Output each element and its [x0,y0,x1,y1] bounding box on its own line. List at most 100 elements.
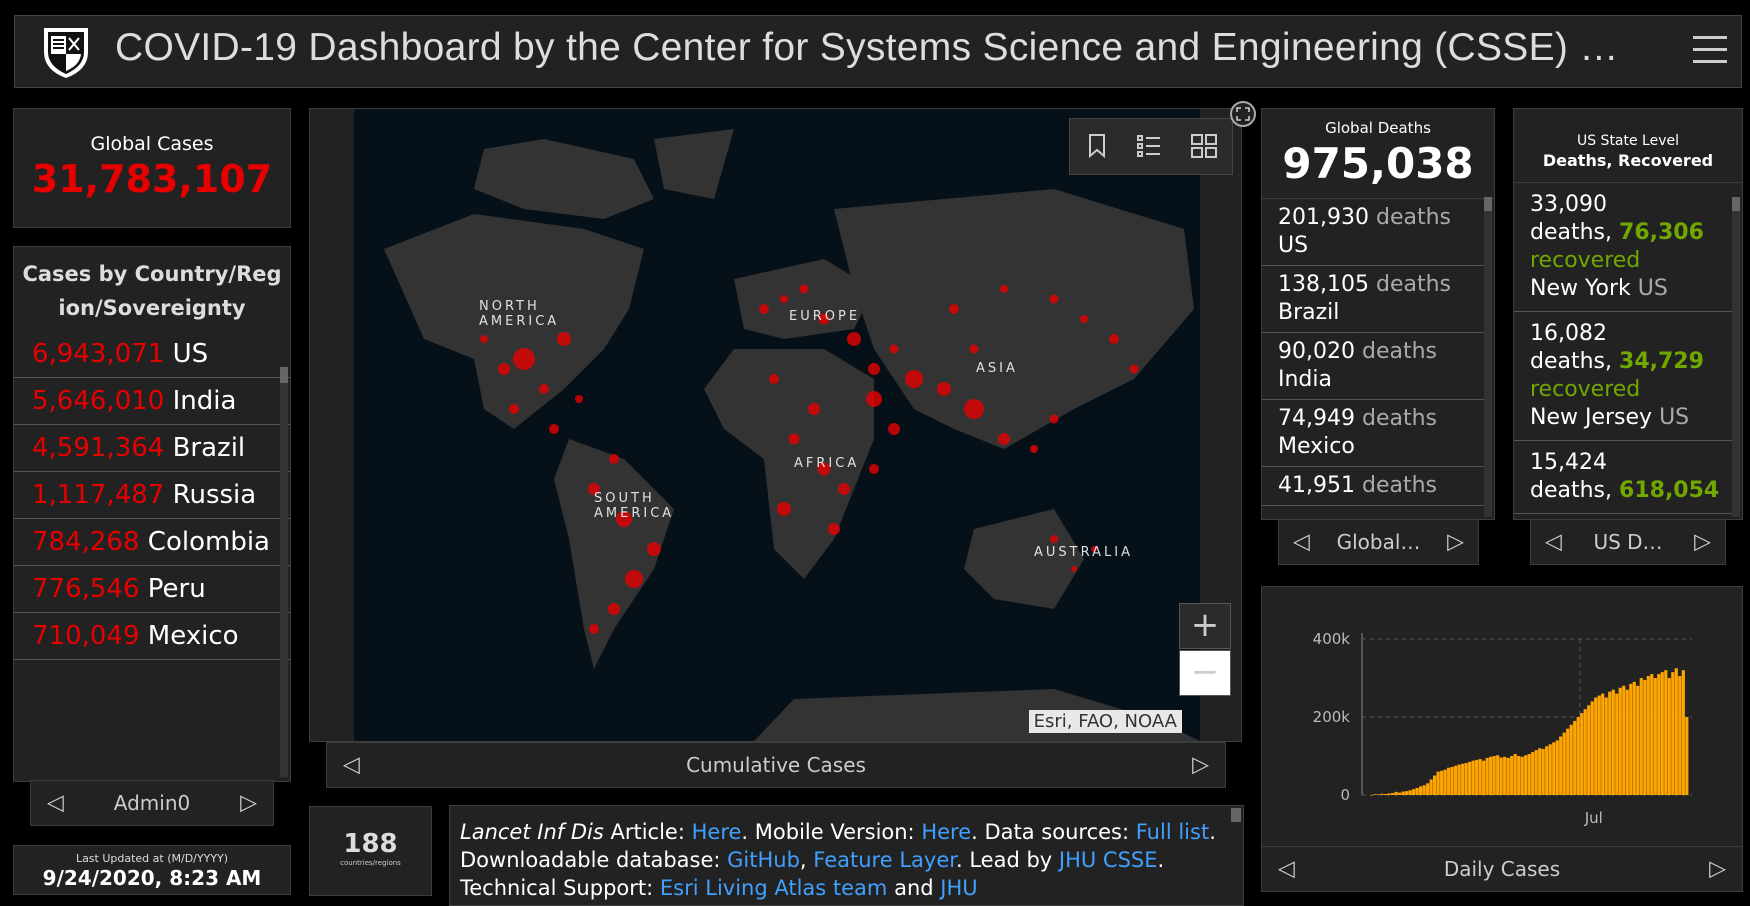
case-bubble[interactable] [575,395,583,403]
jhu-csse-link[interactable]: JHU CSSE [1059,848,1158,872]
list-scrollbar[interactable] [280,367,288,777]
bar[interactable] [1405,791,1409,795]
bar[interactable] [1583,709,1587,795]
case-bubble[interactable] [647,542,661,556]
us-state-list[interactable]: 33,090 deaths, 76,306 recovered New York US… [1514,183,1734,514]
next-arrow-icon[interactable]: ▷ [1709,857,1726,882]
bar[interactable] [1377,794,1381,795]
bar[interactable] [1464,763,1468,795]
case-bubble[interactable] [838,483,850,495]
bar[interactable] [1653,678,1657,795]
case-bubble[interactable] [589,624,599,634]
case-bubble[interactable] [937,382,951,396]
bar[interactable] [1454,765,1458,795]
bar[interactable] [1496,755,1500,795]
bar[interactable] [1667,678,1671,795]
case-bubble[interactable] [1030,445,1038,453]
bar[interactable] [1534,750,1538,795]
case-bubble[interactable] [828,523,840,535]
bar[interactable] [1569,724,1573,795]
full-list-link[interactable]: Full list [1136,820,1209,844]
case-bubble[interactable] [1071,566,1077,572]
fullscreen-icon[interactable] [1229,100,1257,128]
bar[interactable] [1531,752,1535,795]
bar[interactable] [1387,793,1391,795]
zoom-in-button[interactable]: + [1179,603,1231,649]
case-bubble[interactable] [969,344,979,354]
case-bubble[interactable] [869,464,879,474]
bar[interactable] [1499,757,1503,795]
list-item[interactable]: 41,951 deaths [1262,467,1486,506]
bar[interactable] [1478,759,1482,795]
list-item[interactable]: 4,591,364 Brazil [14,425,290,472]
bar[interactable] [1639,678,1643,795]
next-arrow-icon[interactable]: ▷ [240,791,257,816]
bar[interactable] [1685,717,1689,795]
bar[interactable] [1678,676,1682,795]
info-scrollbar[interactable] [1231,808,1241,822]
case-bubble[interactable] [808,403,820,415]
bar[interactable] [1601,693,1605,795]
deaths-scrollbar[interactable] [1484,197,1492,517]
esri-team-link[interactable]: Esri Living Atlas team [660,876,888,900]
case-bubble[interactable] [780,295,788,303]
bar[interactable] [1545,746,1549,795]
legend-list-icon[interactable] [1136,133,1162,159]
case-bubble[interactable] [759,304,769,314]
case-bubble[interactable] [625,570,643,588]
bar[interactable] [1461,763,1465,795]
case-bubble[interactable] [498,363,510,375]
bar[interactable] [1587,705,1591,795]
case-bubble[interactable] [777,502,791,516]
case-bubble[interactable] [964,399,984,419]
bar[interactable] [1503,756,1507,795]
case-bubble[interactable] [949,304,959,314]
bar[interactable] [1482,760,1486,795]
bar[interactable] [1471,760,1475,795]
case-bubble[interactable] [1109,334,1119,344]
bar[interactable] [1674,668,1678,795]
next-arrow-icon[interactable]: ▷ [1694,530,1711,555]
case-bubble[interactable] [1050,535,1058,543]
bar[interactable] [1384,794,1388,795]
list-item[interactable]: 138,105 deaths Brazil [1262,266,1486,333]
bar[interactable] [1492,756,1496,795]
bar[interactable] [1489,756,1493,795]
bar[interactable] [1373,794,1377,795]
bar[interactable] [1440,770,1444,795]
bar[interactable] [1443,769,1447,795]
case-bubble[interactable] [788,433,800,445]
case-bubble[interactable] [905,370,923,388]
bar[interactable] [1632,681,1636,795]
case-bubble[interactable] [1049,414,1059,424]
list-item[interactable]: 16,082 deaths, 34,729 recovered New Jersey … [1514,312,1734,441]
bar[interactable] [1401,791,1405,795]
case-bubble[interactable] [998,433,1010,445]
mobile-link[interactable]: Here [921,820,971,844]
case-bubble[interactable] [557,332,571,346]
bar[interactable] [1436,771,1440,795]
list-item[interactable]: 15,424 deaths, 618,054 [1514,441,1734,514]
bar[interactable] [1660,672,1664,795]
daily-cases-chart[interactable]: 0 200k 400k Jul [1262,587,1742,847]
bar[interactable] [1450,766,1454,795]
bar[interactable] [1594,697,1598,796]
bar[interactable] [1541,748,1545,795]
bar[interactable] [1548,744,1552,795]
case-bubble[interactable] [549,424,559,434]
bar[interactable] [1681,670,1685,795]
bar[interactable] [1538,748,1542,795]
bar[interactable] [1562,732,1566,795]
us-state-scrollbar[interactable] [1732,197,1740,517]
case-bubble[interactable] [1080,315,1088,323]
bar[interactable] [1555,740,1559,795]
bar[interactable] [1576,717,1580,795]
world-map[interactable]: NORTH AMERICA EUROPE ASIA AFRICA SOUTH A… [354,109,1200,741]
case-bubble[interactable] [480,335,488,343]
bar[interactable] [1618,687,1622,795]
bookmark-icon[interactable] [1087,133,1107,159]
bar[interactable] [1580,713,1584,795]
basemap-gallery-icon[interactable] [1190,133,1218,159]
bar[interactable] [1517,756,1521,795]
case-bubble[interactable] [609,454,619,464]
